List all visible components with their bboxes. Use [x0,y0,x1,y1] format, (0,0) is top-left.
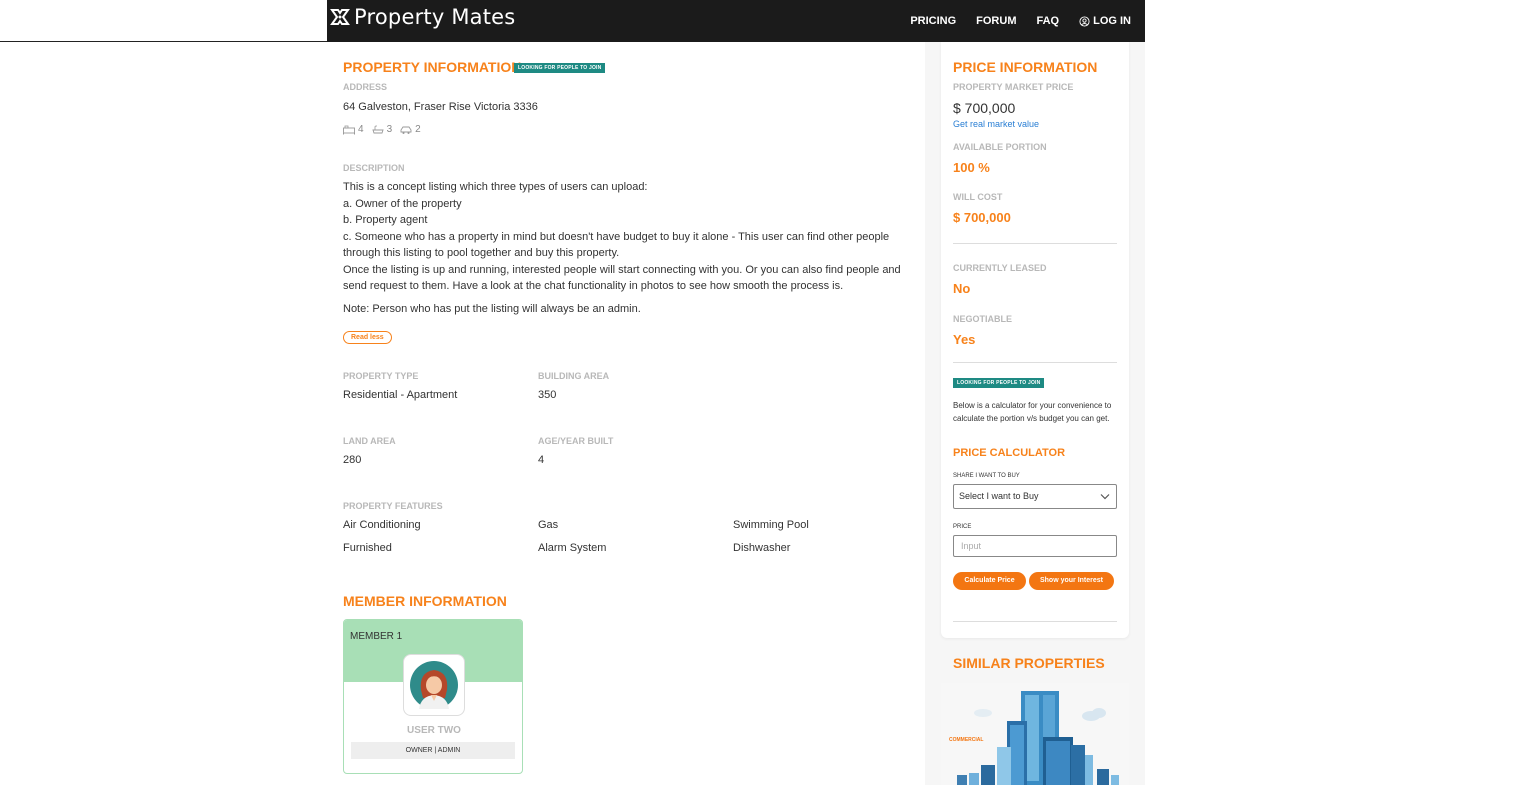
description-line: Once the listing is up and running, inte… [343,263,901,276]
page: Property Mates PRICING FORUM FAQ LOG IN … [327,0,1145,785]
chevron-down-icon [1100,485,1110,517]
description-label: DESCRIPTION [343,163,405,173]
bedrooms-count: 4 [343,124,364,135]
parking-count: 2 [400,124,421,135]
member-info-title: MEMBER INFORMATION [343,593,507,609]
bedrooms-value: 4 [358,124,364,135]
currently-leased-label: CURRENTLY LEASED [953,263,1047,273]
description-text: This is a concept listing which three ty… [343,179,909,295]
parking-value: 2 [415,124,421,135]
feature-item: Dishwasher [733,542,791,554]
real-market-value-link[interactable]: Get real market value [953,119,1039,129]
features-label: PROPERTY FEATURES [343,501,443,511]
login-label: LOG IN [1093,15,1131,27]
commercial-tag: COMMERCIAL [949,737,984,743]
price-sidebar: PRICE INFORMATION PROPERTY MARKET PRICE … [941,42,1129,638]
calculator-intro: Below is a calculator for your convenien… [953,401,1112,423]
main-content: PROPERTY INFORMATION LOOKING FOR PEOPLE … [327,42,925,785]
negotiable-value: Yes [953,332,976,347]
building-area-label: BUILDING AREA [538,371,610,381]
share-label: SHARE I WANT TO BUY [953,473,1020,479]
nav-links: PRICING FORUM FAQ LOG IN [890,0,1131,42]
will-cost-label: WILL COST [953,192,1003,202]
nav-forum-link[interactable]: FORUM [976,15,1016,27]
similar-properties-title: SIMILAR PROPERTIES [953,655,1105,671]
brand-logo-link[interactable]: Property Mates [330,5,515,29]
user-avatar-icon [410,661,458,709]
price-input[interactable]: Input [953,535,1117,557]
currently-leased-value: No [953,281,971,296]
will-cost-value: $ 700,000 [953,210,1011,225]
feature-item: Alarm System [538,542,607,554]
looking-for-people-badge: LOOKING FOR PEOPLE TO JOIN [514,63,606,73]
feature-item: Air Conditioning [343,519,421,531]
member-number: MEMBER 1 [350,631,403,642]
nav-login-link[interactable]: LOG IN [1079,15,1131,27]
price-label: PRICE [953,524,972,530]
description-line: send request to them. Have a look at the… [343,280,844,292]
land-area-value: 280 [343,454,362,466]
age-label: AGE/YEAR BUILT [538,436,614,446]
bed-icon [343,125,355,134]
description-line: a. Owner of the property [343,197,462,210]
property-type-value: Residential - Apartment [343,389,458,401]
property-info-title: PROPERTY INFORMATION [343,59,522,75]
feature-item: Gas [538,519,559,531]
nav-faq-link[interactable]: FAQ [1036,15,1059,27]
feature-item: Swimming Pool [733,519,809,531]
divider [953,243,1117,244]
nav-pricing-link[interactable]: PRICING [910,15,956,27]
land-area-label: LAND AREA [343,436,396,446]
bathrooms-count: 3 [371,124,393,135]
price-calculator-title: PRICE CALCULATOR [953,447,1066,459]
market-price-value: $ 700,000 [953,100,1016,116]
description-line: c. Someone who has a property in mind bu… [343,230,890,243]
looking-for-people-badge: LOOKING FOR PEOPLE TO JOIN [953,378,1045,388]
user-circle-icon [1079,15,1090,27]
similar-property-card[interactable]: COMMERCIAL [941,683,1129,785]
address-label: ADDRESS [343,82,388,92]
bathrooms-value: 3 [386,124,393,135]
age-value: 4 [538,454,545,466]
read-less-button[interactable]: Read less [343,331,392,344]
description-line: through this listing to pool together an… [343,247,620,259]
description-line: This is a concept listing which three ty… [343,181,648,193]
property-amenities: 4 3 2 [343,124,429,135]
property-mates-logo-icon [330,9,350,25]
negotiable-label: NEGOTIABLE [953,314,1013,324]
brand-name: Property Mates [354,5,516,29]
navbar: Property Mates PRICING FORUM FAQ LOG IN [327,0,1145,42]
blank-left-panel [0,0,328,42]
price-info-title: PRICE INFORMATION [953,59,1098,75]
show-interest-button[interactable]: Show your Interest [1029,572,1114,590]
property-type-label: PROPERTY TYPE [343,371,419,381]
admin-note: Note: Person who has put the listing wil… [343,303,641,315]
share-select-value: Select I want to Buy [959,491,1039,501]
member-name: USER TWO [407,725,461,736]
avatar [403,654,465,716]
divider [953,362,1117,363]
calculate-price-button[interactable]: Calculate Price [953,572,1026,590]
description-line: b. Property agent [343,214,428,226]
member-card[interactable]: MEMBER 1 USER TWO OWNER | ADMIN [343,619,523,774]
car-icon [400,126,412,134]
address-value: 64 Galveston, Fraser Rise Victoria 3336 [343,101,538,113]
member-role: OWNER | ADMIN [351,742,515,759]
building-area-value: 350 [538,389,557,401]
market-price-label: PROPERTY MARKET PRICE [953,82,1074,92]
share-select[interactable]: Select I want to Buy [953,484,1117,509]
available-portion-value: 100 % [953,160,990,175]
available-portion-label: AVAILABLE PORTION [953,142,1047,152]
divider [953,621,1117,622]
bath-icon [371,125,384,133]
city-buildings-illustration [941,683,1129,785]
feature-item: Furnished [343,542,392,554]
